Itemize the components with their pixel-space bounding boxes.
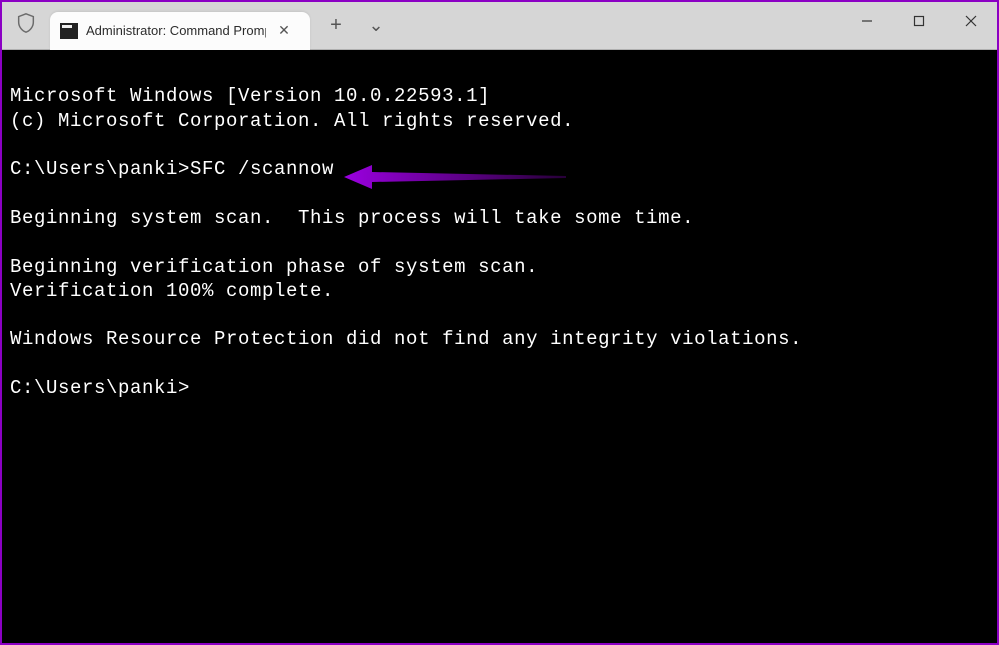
terminal-line: Beginning system scan. This process will… [10, 207, 694, 229]
app-icon-zone [2, 2, 50, 50]
terminal-prompt: C:\Users\panki> [10, 377, 190, 399]
active-tab[interactable]: Administrator: Command Promp ✕ [50, 12, 310, 50]
tabs-dropdown-button[interactable]: ⌄ [358, 8, 394, 44]
terminal-command: SFC /scannow [190, 158, 334, 180]
close-window-button[interactable] [945, 2, 997, 40]
terminal-line: Microsoft Windows [Version 10.0.22593.1] [10, 85, 490, 107]
terminal-prompt: C:\Users\panki> [10, 158, 190, 180]
minimize-button[interactable] [841, 2, 893, 40]
tab-title: Administrator: Command Promp [86, 23, 266, 38]
terminal-body[interactable]: Microsoft Windows [Version 10.0.22593.1]… [2, 50, 997, 643]
shield-icon [15, 12, 37, 39]
terminal-line: Verification 100% complete. [10, 280, 334, 302]
tab-close-button[interactable]: ✕ [274, 21, 294, 41]
titlebar: Administrator: Command Promp ✕ + ⌄ [2, 2, 997, 50]
terminal-line: Windows Resource Protection did not find… [10, 328, 802, 350]
terminal-line: Beginning verification phase of system s… [10, 256, 538, 278]
new-tab-button[interactable]: + [318, 8, 354, 44]
tab-toolbar: + ⌄ [318, 8, 394, 44]
arrow-annotation [320, 138, 566, 200]
window-controls [841, 2, 997, 50]
maximize-button[interactable] [893, 2, 945, 40]
cmd-icon [60, 23, 78, 39]
terminal-line: (c) Microsoft Corporation. All rights re… [10, 110, 574, 132]
